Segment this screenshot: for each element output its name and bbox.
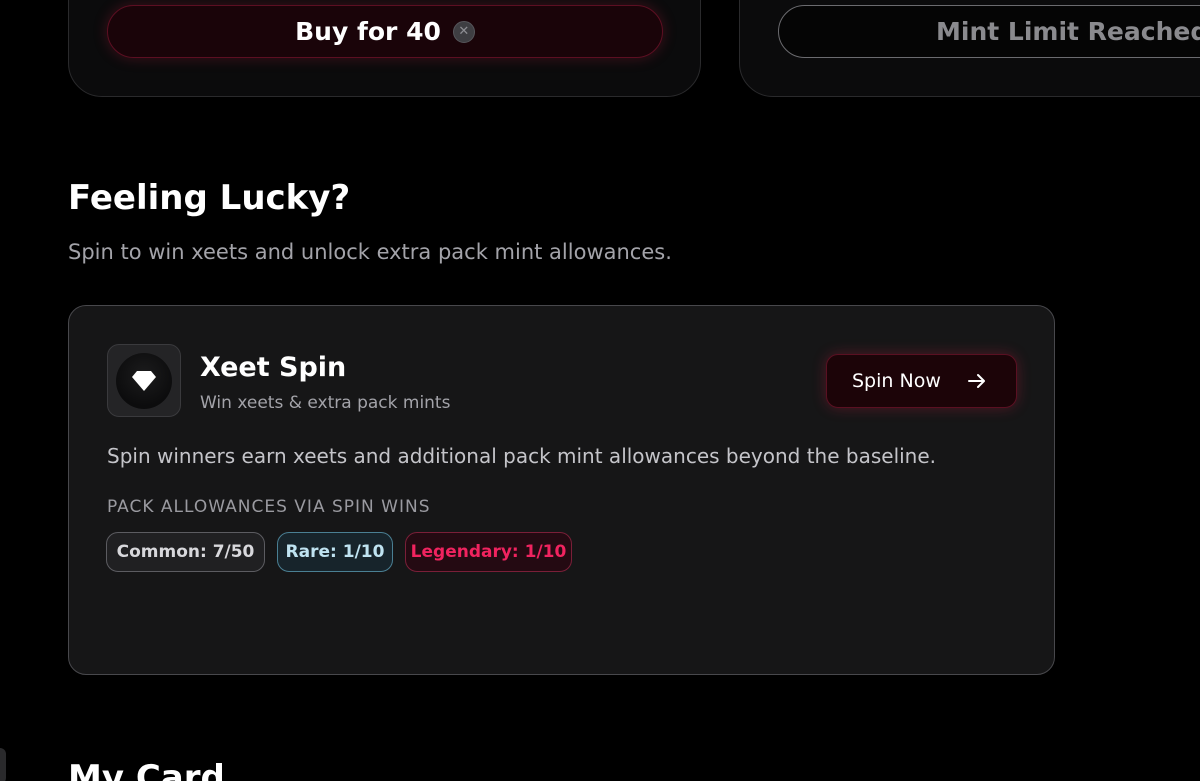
allowance-badge-common: Common: 7/50 [106,532,265,572]
mint-limit-button[interactable]: Mint Limit Reached [778,5,1200,58]
spin-now-label: Spin Now [852,370,941,392]
diamond-icon [132,370,156,391]
allowance-badge-rare: Rare: 1/10 [277,532,393,572]
arrow-right-icon [967,374,985,388]
page: Buy for 40 ✕ Mint Limit Reached Feeling … [0,0,1200,781]
edge-decoration [0,748,6,781]
xeet-coin-icon: ✕ [452,20,475,43]
my-card-title: My Card [68,758,225,781]
section-title: Feeling Lucky? [68,178,351,218]
spin-icon-box [107,344,181,417]
buy-pack-label: Buy for 40 [295,17,441,46]
spin-title: Xeet Spin [200,352,347,383]
buy-pack-button[interactable]: Buy for 40 ✕ [107,5,663,58]
spin-tagline: Win xeets & extra pack mints [200,393,451,413]
spin-description: Spin winners earn xeets and additional p… [107,444,937,468]
spin-now-button[interactable]: Spin Now [826,354,1017,408]
mint-limit-label: Mint Limit Reached [936,17,1200,46]
section-subtitle: Spin to win xeets and unlock extra pack … [68,240,672,264]
allowance-badge-legendary: Legendary: 1/10 [405,532,572,572]
allowances-heading: PACK ALLOWANCES VIA SPIN WINS [107,497,431,517]
